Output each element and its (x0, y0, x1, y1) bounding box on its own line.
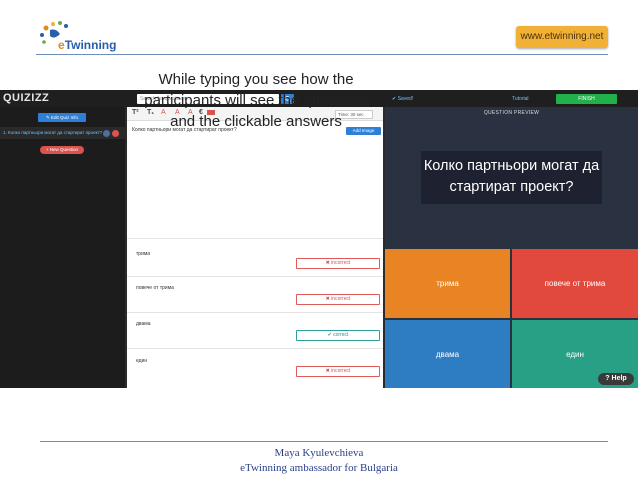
author-name: Maya Kyulevchieva (274, 447, 364, 459)
answer-text-1[interactable]: трима (136, 251, 150, 257)
preview-question: Колко партньори могат да стартират проек… (421, 151, 602, 204)
answer-divider (127, 312, 383, 313)
preview-label: QUESTION PREVIEW (483, 110, 540, 116)
answer-text-2[interactable]: повече от трима (136, 285, 174, 291)
finish-button[interactable]: FINISH (556, 94, 617, 104)
quizizz-logo: QUIZIZZ (3, 92, 50, 104)
quizizz-screenshot: QUIZIZZ Search for questions... ✔ Saved!… (0, 90, 638, 388)
duplicate-icon[interactable] (103, 130, 110, 137)
logo-text: eTwinning (58, 38, 117, 52)
answer-divider (127, 348, 383, 349)
saved-status: ✔ Saved! (392, 96, 414, 102)
question-preview-panel: QUESTION PREVIEW Колко партньори могат д… (385, 107, 638, 388)
delete-icon[interactable] (112, 130, 119, 137)
slide: eTwinning www.etwinning.net QUIZIZZ Sear… (0, 0, 638, 479)
new-question-button[interactable]: + New Question (40, 146, 84, 154)
tutorial-link[interactable]: Tutorial (512, 96, 529, 102)
edit-quiz-info-button[interactable]: ✎ Edit Quiz Info (38, 113, 86, 122)
etwinning-url-badge[interactable]: www.etwinning.net (516, 26, 608, 48)
help-button[interactable]: ? Help (598, 373, 634, 385)
author-role: eTwinning ambassador for Bulgaria (240, 462, 398, 474)
answer-status-3[interactable]: ✔ correct (296, 330, 380, 341)
answer-divider (127, 238, 383, 239)
answer-text-3[interactable]: двама (136, 321, 151, 327)
footer: Maya Kyulevchieva eTwinning ambassador f… (0, 446, 638, 476)
answer-divider (127, 276, 383, 277)
footer-divider (40, 441, 608, 442)
answer-status-4[interactable]: ✖ incorrect (296, 366, 380, 377)
header-divider (36, 54, 608, 55)
preview-option-1[interactable]: трима (385, 249, 510, 318)
answer-status-1[interactable]: ✖ incorrect (296, 258, 380, 269)
preview-option-2[interactable]: повече от трима (512, 249, 638, 318)
etwinning-logo: eTwinning (36, 18, 126, 52)
answer-status-2[interactable]: ✖ incorrect (296, 294, 380, 305)
answer-text-4[interactable]: един (136, 358, 147, 364)
question-editor: T² T₁ A A A € Time: 30 sec Колко партньо… (127, 107, 383, 388)
preview-option-3[interactable]: двама (385, 320, 510, 388)
question-sidebar: ✎ Edit Quiz Info 1. Колко партньори мога… (0, 107, 125, 388)
slide-caption: While typing you see how the participant… (144, 71, 368, 130)
